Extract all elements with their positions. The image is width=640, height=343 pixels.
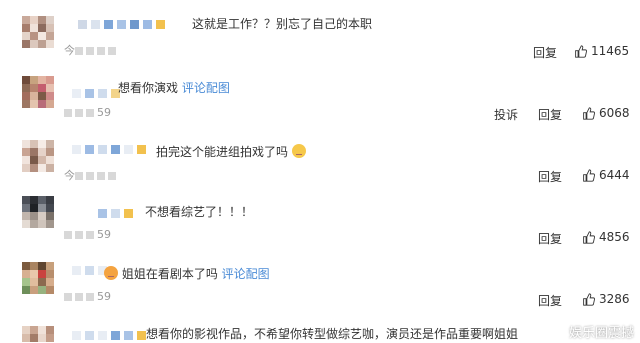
username[interactable] xyxy=(98,207,133,219)
reply-button[interactable]: 回复 xyxy=(538,168,562,185)
username[interactable] xyxy=(72,329,146,341)
thumbs-up-icon xyxy=(583,168,595,182)
avatar[interactable] xyxy=(22,16,54,48)
reply-button[interactable]: 回复 xyxy=(538,106,562,123)
comment-text: 想看你演戏 xyxy=(118,81,179,95)
avatar[interactable] xyxy=(22,262,54,294)
comment-time: 59 xyxy=(64,106,111,119)
comment-time: 今 xyxy=(64,167,119,183)
watermark: 娱乐圈震撼 xyxy=(568,326,634,341)
avatar[interactable] xyxy=(22,140,54,172)
username[interactable] xyxy=(78,18,165,30)
like-button[interactable]: 6068 xyxy=(582,106,630,120)
like-count: 6444 xyxy=(599,168,630,182)
thumbs-up-icon xyxy=(575,44,587,58)
like-count: 3286 xyxy=(599,292,630,306)
thumbs-up-icon xyxy=(583,106,595,120)
comment-body: 姐姐在看剧本了吗 评论配图 xyxy=(104,266,270,281)
comment-text: 拍完这个能进组拍戏了吗 xyxy=(156,145,289,159)
comment-text: 不想看综艺了！！！ xyxy=(145,205,254,219)
crown-emoji-icon xyxy=(104,266,118,280)
comment-text: 这就是工作？？别忘了自己的本职 xyxy=(192,17,373,31)
comment-body: 想看你演戏 评论配图 xyxy=(118,81,230,95)
avatar[interactable] xyxy=(22,196,54,228)
comment-text: 想看你的影视作品，不希望你转型做综艺咖，演员还是作品重要啊姐姐 xyxy=(146,327,519,341)
like-button[interactable]: 4856 xyxy=(582,230,630,244)
like-count: 6068 xyxy=(599,106,630,120)
like-count: 11465 xyxy=(591,44,630,58)
attached-image-link[interactable]: 评论配图 xyxy=(182,81,230,95)
like-count: 4856 xyxy=(599,230,630,244)
comment-time: 59 xyxy=(64,290,111,303)
avatar[interactable] xyxy=(22,326,54,343)
username[interactable] xyxy=(72,143,146,155)
comment-time: 今 xyxy=(64,42,119,58)
comment-body: 拍完这个能进组拍戏了吗 xyxy=(156,144,306,159)
like-button[interactable]: 11465 xyxy=(574,44,629,58)
reply-button[interactable]: 回复 xyxy=(538,292,562,309)
username[interactable] xyxy=(72,264,107,276)
thumbs-up-icon xyxy=(583,292,595,306)
like-button[interactable]: 3286 xyxy=(582,292,630,306)
attached-image-link[interactable]: 评论配图 xyxy=(222,267,270,281)
emoji-icon xyxy=(291,144,306,158)
username[interactable] xyxy=(72,87,120,99)
thumbs-up-icon xyxy=(583,230,595,244)
reply-button[interactable]: 回复 xyxy=(533,44,557,61)
reply-button[interactable]: 回复 xyxy=(538,230,562,247)
avatar[interactable] xyxy=(22,76,54,108)
comment-text: 姐姐在看剧本了吗 xyxy=(121,267,218,281)
comment-time: 59 xyxy=(64,228,111,241)
report-button[interactable]: 投诉 xyxy=(494,106,518,123)
like-button[interactable]: 6444 xyxy=(582,168,630,182)
